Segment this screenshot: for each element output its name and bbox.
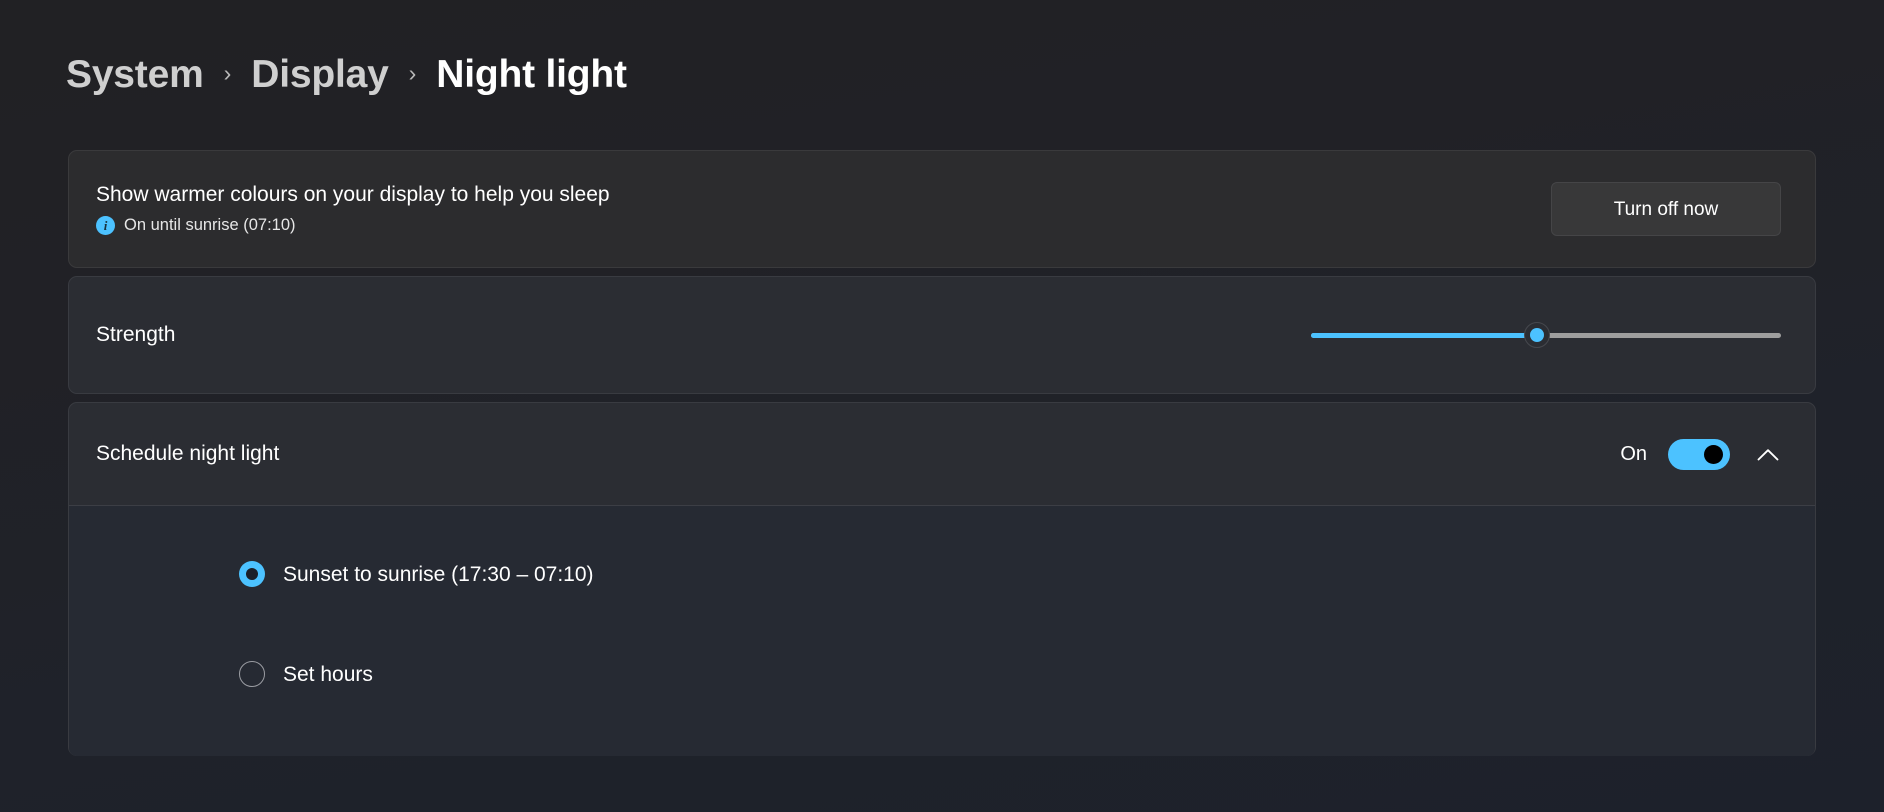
status-badge: On until sunrise (07:10) [124,215,296,234]
schedule-toggle-state-label: On [1620,442,1647,465]
strength-slider[interactable] [1311,318,1781,352]
radio-option-label: Sunset to sunrise (17:30 – 07:10) [283,562,594,586]
strength-card: Strength [68,276,1816,394]
status-text-group: Show warmer colours on your display to h… [96,183,610,235]
schedule-header-row[interactable]: Schedule night light On [69,403,1815,505]
radio-option-set-hours[interactable]: Set hours [69,650,1815,698]
radio-option-sunset-to-sunrise[interactable]: Sunset to sunrise (17:30 – 07:10) [69,550,1815,598]
status-line: i On until sunrise (07:10) [96,215,610,235]
slider-thumb[interactable] [1523,322,1550,348]
schedule-night-light-card: Schedule night light On Sunset to sunris… [68,402,1816,756]
radio-option-label: Set hours [283,662,373,686]
breadcrumb-separator-icon: › [408,59,417,86]
night-light-description: Show warmer colours on your display to h… [96,183,610,207]
slider-fill [1311,332,1537,338]
turn-off-now-button[interactable]: Turn off now [1551,182,1781,236]
chevron-up-icon[interactable] [1751,437,1785,471]
night-light-settings-page: System › Display › Night light Show warm… [0,0,1884,812]
breadcrumb-item-display[interactable]: Display [251,55,389,94]
breadcrumb-item-system[interactable]: System [66,55,204,94]
toggle-knob [1704,444,1723,464]
radio-button-unselected-icon[interactable] [239,661,265,687]
radio-button-selected-icon[interactable] [239,561,265,587]
breadcrumb-item-night-light: Night light [436,52,627,96]
night-light-status-card: Show warmer colours on your display to h… [68,150,1816,268]
info-icon: i [96,215,115,235]
schedule-toggle[interactable] [1668,438,1730,470]
schedule-label: Schedule night light [96,442,280,465]
schedule-options-panel: Sunset to sunrise (17:30 – 07:10) Set ho… [69,506,1815,756]
breadcrumb-separator-icon: › [223,59,232,86]
breadcrumb: System › Display › Night light [66,46,627,102]
strength-label: Strength [96,323,176,346]
